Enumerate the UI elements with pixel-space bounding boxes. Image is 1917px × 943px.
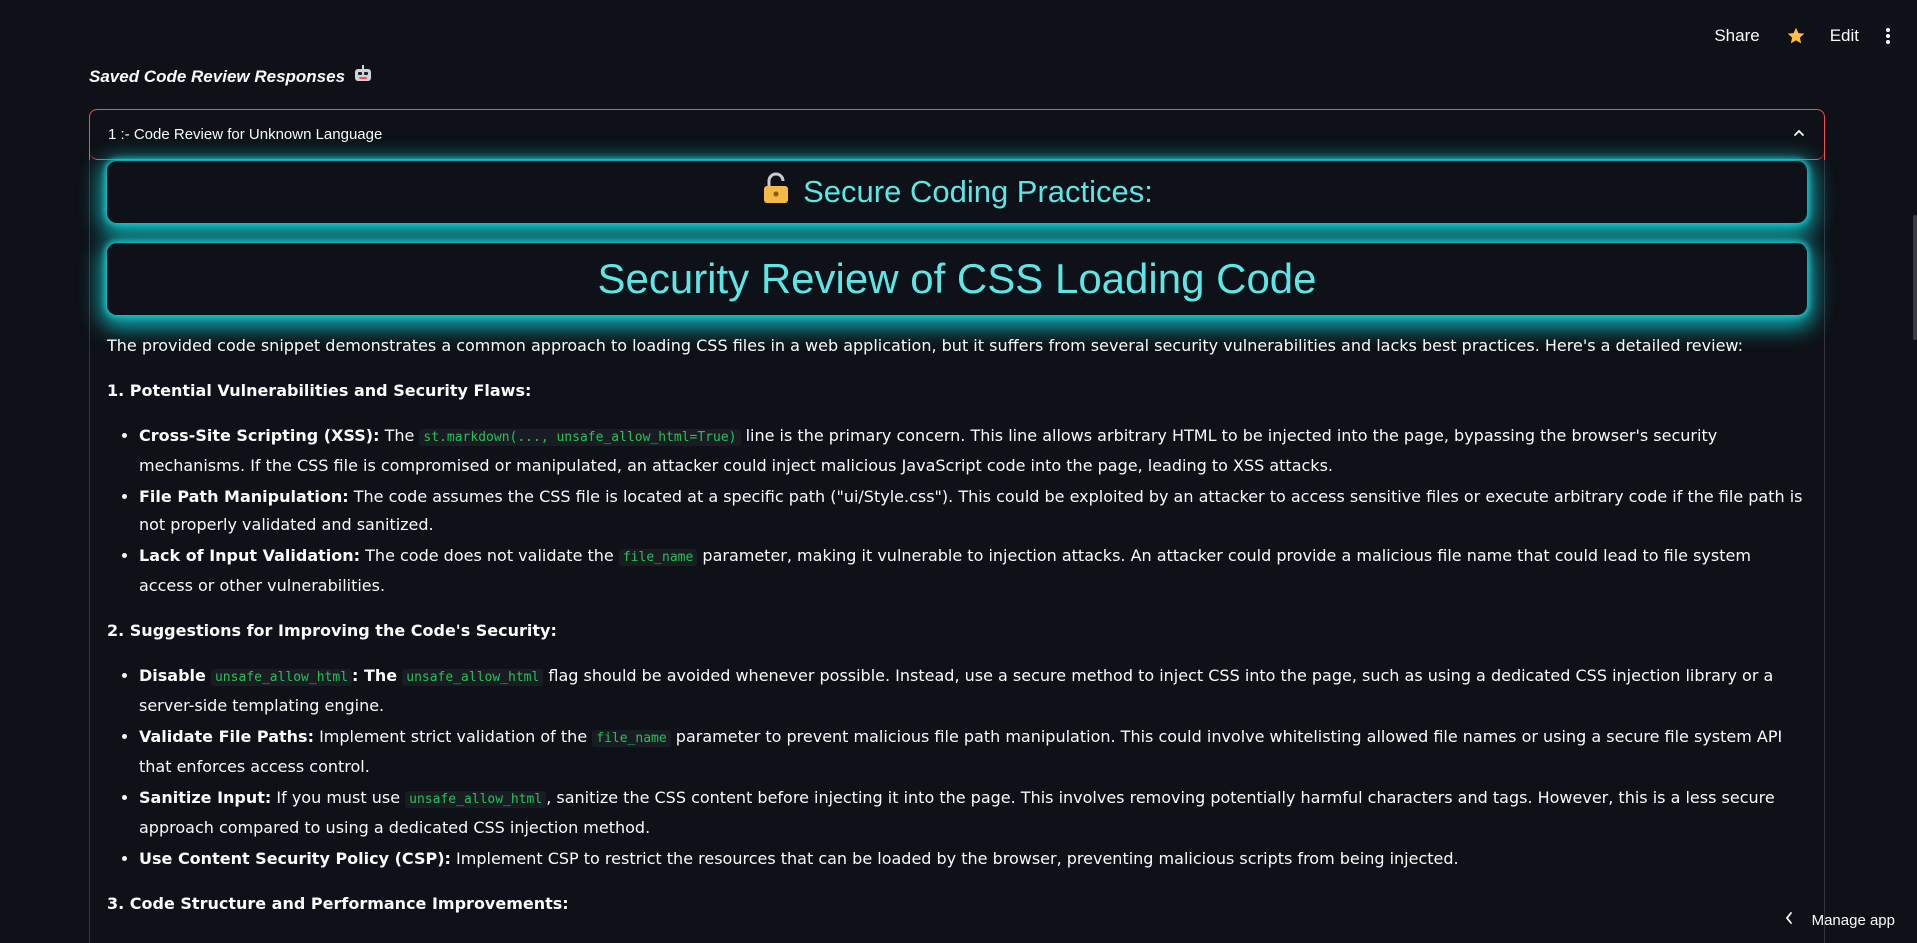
- list-item: Lack of Input Validation: The code does …: [139, 542, 1807, 600]
- share-button[interactable]: Share: [1714, 26, 1759, 46]
- section-heading: 3. Code Structure and Performance Improv…: [107, 894, 569, 913]
- suggestions-list: Disable unsafe_allow_html: The unsafe_al…: [107, 662, 1807, 873]
- practices-header-card: Secure Coding Practices:: [107, 161, 1807, 223]
- inline-code: unsafe_allow_html: [210, 669, 353, 686]
- review-title: Security Review of CSS Loading Code: [597, 255, 1317, 302]
- page-subtitle: Saved Code Review Responses: [89, 64, 373, 89]
- list-item: Cross-Site Scripting (XSS): The st.markd…: [139, 422, 1807, 480]
- list-item: File Path Manipulation: The code assumes…: [139, 483, 1807, 539]
- item-pre: The code does not validate the: [365, 546, 614, 565]
- item-pre: : The: [352, 666, 398, 685]
- list-item: Disable unsafe_allow_html: The unsafe_al…: [139, 662, 1807, 720]
- item-text: Implement CSP to restrict the resources …: [456, 849, 1459, 868]
- inline-code: unsafe_allow_html: [405, 791, 547, 808]
- item-title: Use Content Security Policy (CSP):: [139, 849, 451, 868]
- practices-heading: Secure Coding Practices:: [803, 174, 1153, 209]
- list-item: Use Content Security Policy (CSP): Imple…: [139, 845, 1807, 873]
- expander-header[interactable]: 1 :- Code Review for Unknown Language: [90, 110, 1824, 160]
- vulnerabilities-list: Cross-Site Scripting (XSS): The st.markd…: [107, 422, 1807, 600]
- page-subtitle-text: Saved Code Review Responses: [89, 66, 346, 86]
- item-pre: The: [384, 426, 415, 445]
- item-title: Disable: [139, 666, 206, 685]
- item-title: Validate File Paths:: [139, 727, 314, 746]
- toolbar-actions: Share Edit: [1714, 26, 1891, 46]
- item-pre: Implement strict validation of the: [319, 727, 588, 746]
- section-heading: 1. Potential Vulnerabilities and Securit…: [107, 381, 532, 400]
- star-icon[interactable]: [1786, 26, 1806, 46]
- inline-code: st.markdown(..., unsafe_allow_html=True): [419, 429, 741, 446]
- intro-paragraph: The provided code snippet demonstrates a…: [107, 336, 1744, 355]
- manage-app-label: Manage app: [1811, 911, 1895, 929]
- item-title: Cross-Site Scripting (XSS):: [139, 426, 380, 445]
- item-pre: If you must use: [276, 788, 401, 807]
- expander-title: 1 :- Code Review for Unknown Language: [108, 126, 383, 143]
- edit-button[interactable]: Edit: [1830, 26, 1859, 46]
- scrollbar[interactable]: [1913, 215, 1917, 340]
- list-item: Validate File Paths: Implement strict va…: [139, 723, 1807, 781]
- review-title-card: Security Review of CSS Loading Code: [107, 243, 1807, 315]
- item-title: Sanitize Input:: [139, 788, 272, 807]
- more-options-icon[interactable]: [1885, 26, 1891, 46]
- chevron-up-icon[interactable]: [1792, 126, 1806, 144]
- item-title: Lack of Input Validation:: [139, 546, 361, 565]
- item-text: The code assumes the CSS file is located…: [139, 487, 1803, 534]
- section-heading: 2. Suggestions for Improving the Code's …: [107, 621, 557, 640]
- manage-app-button[interactable]: Manage app: [1784, 911, 1895, 929]
- inline-code: unsafe_allow_html: [402, 669, 544, 686]
- inline-code: file_name: [618, 549, 698, 566]
- item-title: File Path Manipulation:: [139, 487, 349, 506]
- review-content: The provided code snippet demonstrates a…: [107, 332, 1807, 935]
- robot-icon: [353, 64, 373, 89]
- lock-icon: [761, 172, 791, 212]
- inline-code: file_name: [592, 730, 671, 747]
- chevron-left-icon: [1784, 911, 1794, 929]
- list-item: Sanitize Input: If you must use unsafe_a…: [139, 784, 1807, 842]
